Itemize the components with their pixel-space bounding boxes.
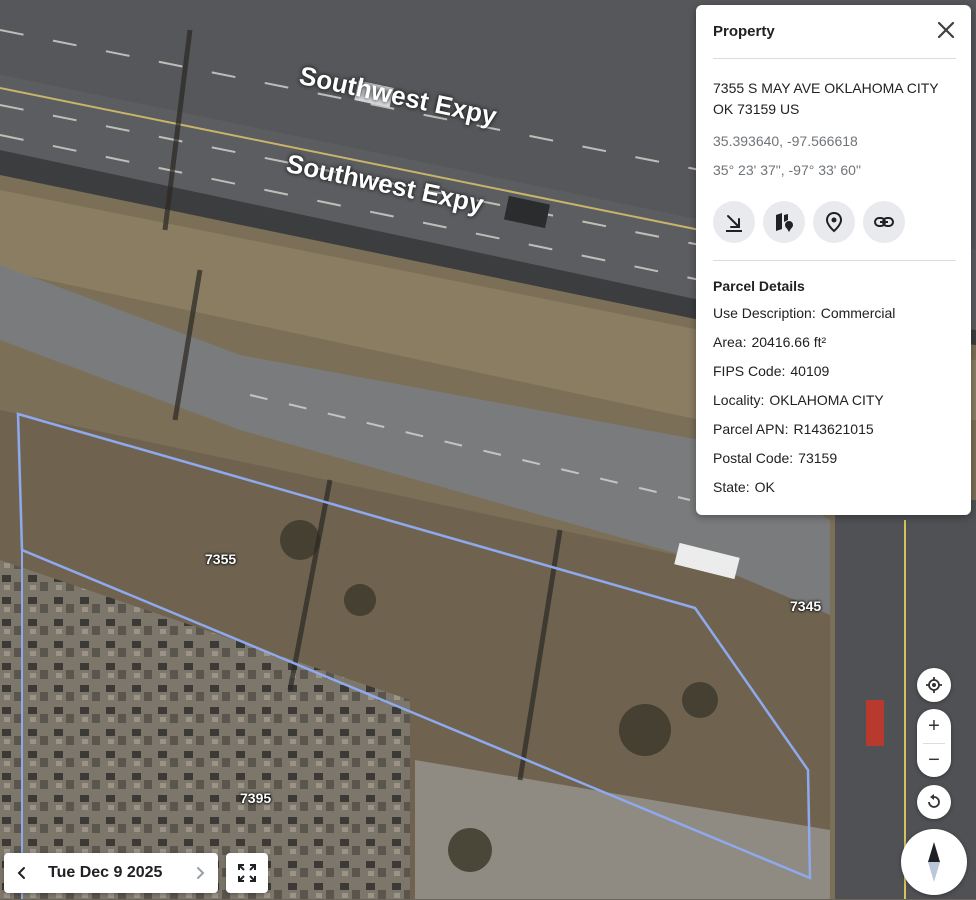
detail-key: State:	[713, 479, 750, 495]
action-buttons	[713, 201, 905, 243]
close-icon[interactable]	[935, 19, 957, 41]
chevron-right-icon[interactable]	[182, 853, 218, 893]
parcel-details-title: Parcel Details	[713, 278, 805, 294]
detail-area: Area: 20416.66 ft²	[713, 334, 826, 350]
coords-dms: 35° 23' 37", -97° 33' 60"	[713, 162, 861, 178]
link-icon[interactable]	[863, 201, 905, 243]
detail-parcel-apn: Parcel APN: R143621015	[713, 421, 874, 437]
zoom-out-button[interactable]: −	[917, 743, 951, 777]
detail-value: 20416.66 ft²	[751, 334, 827, 350]
parcel-label-7395[interactable]: 7395	[240, 790, 271, 806]
detail-key: Parcel APN:	[713, 421, 789, 437]
panel-divider	[713, 58, 956, 59]
detail-value: OK	[754, 479, 775, 495]
detail-value: 40109	[790, 363, 830, 379]
zoom-controls: + −	[917, 709, 951, 777]
detail-fips-code: FIPS Code: 40109	[713, 363, 829, 379]
panel-title: Property	[713, 23, 775, 40]
property-panel: Property 7355 S MAY AVE OKLAHOMA CITY OK…	[696, 5, 971, 515]
detail-postal-code: Postal Code: 73159	[713, 450, 837, 466]
location-pin-icon[interactable]	[813, 201, 855, 243]
detail-key: Area:	[713, 334, 747, 350]
coords-decimal: 35.393640, -97.566618	[713, 133, 858, 149]
detail-key: Locality:	[713, 392, 765, 408]
detail-use-description: Use Description: Commercial	[713, 305, 895, 321]
imagery-date-selector: Tue Dec 9 2025	[4, 853, 218, 893]
detail-state: State: OK	[713, 479, 775, 495]
detail-key: Postal Code:	[713, 450, 794, 466]
fullscreen-icon[interactable]	[226, 853, 268, 893]
detail-key: Use Description:	[713, 305, 816, 321]
imagery-date-label[interactable]: Tue Dec 9 2025	[40, 864, 182, 882]
detail-key: FIPS Code:	[713, 363, 786, 379]
parcel-map-icon[interactable]	[763, 201, 805, 243]
detail-value: R143621015	[793, 421, 874, 437]
panel-divider	[713, 260, 956, 261]
parcel-label-7355[interactable]: 7355	[205, 551, 236, 567]
detail-value: Commercial	[820, 305, 896, 321]
detail-value: 73159	[798, 450, 838, 466]
download-icon[interactable]	[713, 201, 755, 243]
chevron-left-icon[interactable]	[4, 853, 40, 893]
parcel-label-7345[interactable]: 7345	[790, 598, 821, 614]
detail-locality: Locality: OKLAHOMA CITY	[713, 392, 884, 408]
zoom-in-button[interactable]: +	[917, 709, 951, 743]
reset-rotation-icon[interactable]	[917, 785, 951, 819]
property-address: 7355 S MAY AVE OKLAHOMA CITY OK 73159 US	[713, 80, 939, 117]
my-location-icon[interactable]	[917, 668, 951, 702]
compass-icon[interactable]	[901, 829, 967, 895]
detail-value: OKLAHOMA CITY	[769, 392, 884, 408]
